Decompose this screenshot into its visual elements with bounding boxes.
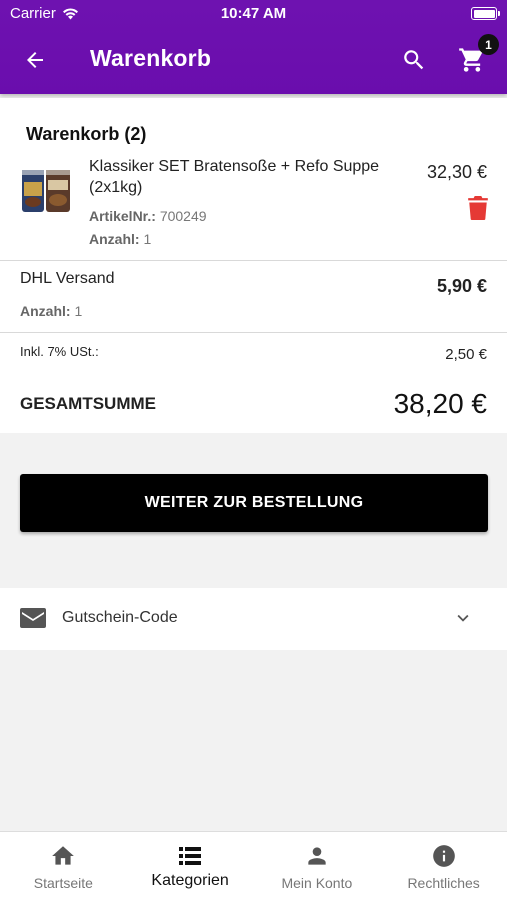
search-icon bbox=[404, 50, 424, 70]
nav-item-label: Mein Konto bbox=[281, 875, 353, 891]
voucher-code-row[interactable]: Gutschein-Code bbox=[0, 588, 507, 650]
voucher-code-label: Gutschein-Code bbox=[62, 609, 178, 626]
product-image bbox=[22, 170, 70, 212]
shipping-price: 5,90 € bbox=[436, 276, 487, 296]
home-icon bbox=[50, 843, 76, 869]
cart-heading: Warenkorb (2) bbox=[26, 124, 147, 144]
battery-icon bbox=[471, 7, 500, 20]
vat-label: Inkl. 7% USt.: bbox=[20, 344, 99, 359]
vat-value: 2,50 € bbox=[445, 346, 487, 363]
info-icon bbox=[431, 843, 457, 869]
trash-icon bbox=[468, 196, 488, 220]
cart-count-badge: 1 bbox=[478, 34, 499, 55]
product-quantity-label: Anzahl: bbox=[89, 231, 140, 247]
bottom-navigation: Startseite Kategorien Mein Konto Rechtli… bbox=[0, 831, 507, 900]
nav-item-mein-konto[interactable]: Mein Konto bbox=[254, 832, 381, 900]
product-quantity-value: 1 bbox=[143, 231, 152, 247]
mail-icon bbox=[20, 608, 46, 628]
shipping-name: DHL Versand bbox=[20, 270, 115, 287]
delete-item-button[interactable] bbox=[466, 196, 490, 220]
shipping-quantity-value: 1 bbox=[74, 303, 83, 319]
shipping-quantity: Anzahl: 1 bbox=[20, 303, 82, 319]
total-value: 38,20 € bbox=[393, 388, 487, 419]
nav-item-rechtliches[interactable]: Rechtliches bbox=[380, 832, 507, 900]
chevron-down-icon[interactable] bbox=[452, 607, 474, 629]
article-number: ArtikelNr.: 700249 bbox=[89, 208, 207, 224]
nav-item-startseite[interactable]: Startseite bbox=[0, 832, 127, 900]
list-icon bbox=[177, 843, 203, 869]
app-bar: Carrier 10:47 AM Warenkorb 1 bbox=[0, 0, 507, 94]
status-bar: Carrier 10:47 AM bbox=[0, 0, 507, 28]
product-price: 32,30 € bbox=[426, 162, 487, 182]
clock: 10:47 AM bbox=[220, 5, 287, 22]
person-icon bbox=[304, 843, 330, 869]
nav-item-label: Rechtliches bbox=[407, 875, 480, 891]
total-label: GESAMTSUMME bbox=[20, 394, 156, 413]
back-button[interactable] bbox=[18, 44, 52, 76]
divider bbox=[0, 260, 507, 261]
cart-summary: Warenkorb (2) Klassiker SET Bratensoße +… bbox=[0, 98, 507, 433]
search-button[interactable] bbox=[398, 44, 430, 76]
divider bbox=[0, 332, 507, 333]
product-name[interactable]: Klassiker SET Bratensoße + Refo Suppe (2… bbox=[89, 156, 404, 198]
nav-item-label: Startseite bbox=[33, 875, 93, 891]
nav-item-kategorien[interactable]: Kategorien bbox=[127, 832, 254, 900]
article-number-value: 700249 bbox=[159, 208, 207, 224]
nav-item-label: Kategorien bbox=[151, 872, 229, 889]
product-quantity: Anzahl: 1 bbox=[89, 231, 151, 247]
shipping-quantity-label: Anzahl: bbox=[20, 303, 71, 319]
page-title: Warenkorb bbox=[90, 45, 212, 71]
article-number-label: ArtikelNr.: bbox=[89, 208, 156, 224]
checkout-button[interactable]: WEITER ZUR BESTELLUNG bbox=[20, 474, 488, 532]
arrow-left-icon bbox=[27, 52, 43, 68]
